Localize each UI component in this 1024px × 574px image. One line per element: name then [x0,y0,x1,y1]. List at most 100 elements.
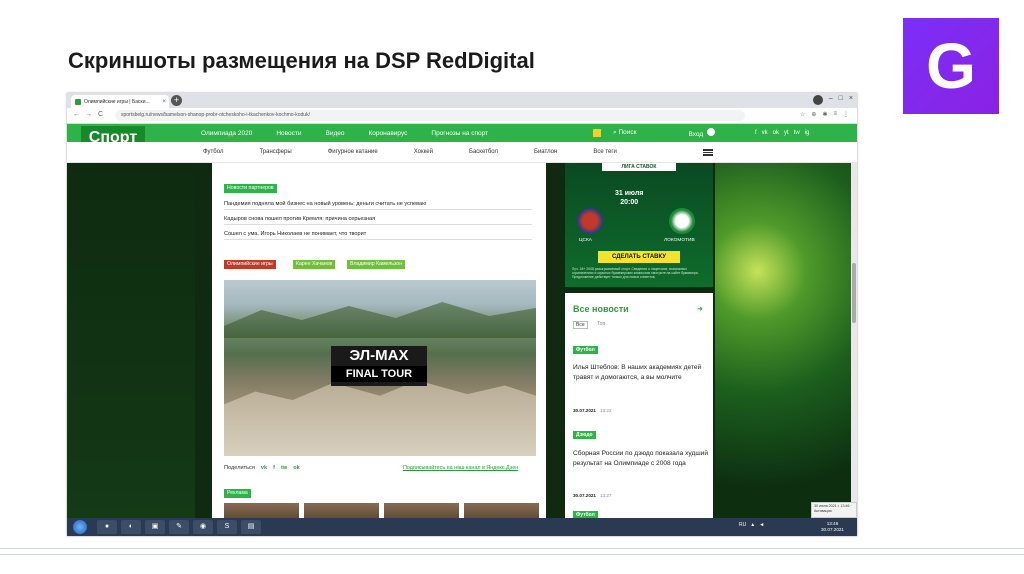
back-button[interactable]: ← [73,111,80,118]
taskbar-app-icon[interactable]: ◉ [193,520,213,534]
nav-item-news[interactable]: Новости [276,130,301,137]
promo-title: ЛИГА СТАВОК [602,163,676,171]
promo-date: 31 июля [615,190,644,197]
browser-screenshot: Олимпийские игры | Баски... × + – □ × ← … [67,93,857,536]
tag-vladimir-kamelzon[interactable]: Владимир Камельзон [347,260,406,269]
login-label: Вход [688,131,704,138]
tag-karen-khachanov[interactable]: Карен Хачанов [293,260,336,269]
branding-background-right [715,163,857,523]
subnav-item-basketball[interactable]: Баскетбол [469,149,498,155]
tray-volume-icon[interactable]: ◄ [759,522,764,528]
nav-item-predictions[interactable]: Прогнозы на спорт [431,130,488,137]
share-ok-icon[interactable]: ok [293,465,300,471]
subnav-item-all-tags[interactable]: Все теги [593,149,617,155]
bookmark-star-icon[interactable]: ☆ [800,111,805,118]
taskbar-firefox-icon[interactable]: ◐ [121,520,141,534]
minimize-button[interactable]: – [829,95,833,105]
taskbar-app-icon[interactable]: ▤ [241,520,261,534]
brand-logo-letter: G [926,30,976,102]
news-headline[interactable]: Сборная России по дзюдо показала худший … [573,449,709,469]
browser-tab[interactable]: Олимпийские игры | Баски... × [71,95,169,108]
sidebar-title[interactable]: Все новости [573,304,629,314]
make-bet-button[interactable]: СДЕЛАТЬ СТАВКУ [598,251,680,263]
share-twitter-icon[interactable]: tw [281,465,287,471]
subnav-item-biathlon[interactable]: Биатлон [534,149,557,155]
nav-item-olympics[interactable]: Олимпиада 2020 [201,130,252,137]
facebook-icon[interactable]: f [755,130,757,136]
partner-link[interactable]: Пандемия подняла мой бизнес на новый уро… [224,201,532,210]
menu-hamburger-icon[interactable] [703,149,713,156]
tray-language[interactable]: RU [739,522,746,528]
url-field[interactable]: sportsbelg.ru/news/bamelson-shanop-probr… [115,110,745,121]
share-vk-icon[interactable]: vk [261,465,267,471]
share-bar: Поделиться vk f tw ok [224,465,300,471]
close-tab-icon[interactable]: × [162,99,166,105]
login-link[interactable]: Вход [688,128,716,138]
partner-link[interactable]: Сошел с ума. Игорь Николаев не понимает,… [224,231,532,240]
window-controls: – □ × [812,95,853,105]
decorative-line [0,548,1024,549]
share-facebook-icon[interactable]: f [273,465,275,471]
ok-icon[interactable]: ok [773,130,779,136]
youtube-icon[interactable]: yt [784,130,789,136]
news-category-badge[interactable]: Дзюдо [573,431,596,439]
sidebar-tab-all[interactable]: Все [573,321,588,329]
close-window-button[interactable]: × [849,95,853,105]
taskbar-clock[interactable]: 13:46 30.07.2021 [821,521,844,533]
maximize-button[interactable]: □ [839,95,843,105]
promo-datetime: 31 июля 20:00 [615,189,643,207]
article-photo: ЭЛ-МАХ FINAL TOUR [224,280,536,456]
new-tab-button[interactable]: + [171,95,182,106]
reload-button[interactable]: C [98,111,103,118]
news-date: 30.07.2021 [573,408,596,413]
team-left-name: ЦСКА [579,238,593,243]
subnav-item-transfers[interactable]: Трансферы [259,149,291,155]
arrow-right-icon[interactable]: ➜ [697,305,703,313]
photo-event-logo: ЭЛ-МАХ FINAL TOUR [331,346,427,386]
taskbar-skype-icon[interactable]: S [217,520,237,534]
nav-item-coronavirus[interactable]: Коронавирус [369,130,408,137]
gift-icon[interactable] [593,129,601,137]
start-button[interactable] [73,520,87,534]
extension-puzzle-icon[interactable]: ✱ [822,111,827,118]
sidebar-tab-top[interactable]: Топ [597,321,605,327]
news-timestamp: 30.07.2021 13:22 [573,408,612,413]
scrollbar-thumb[interactable] [852,263,856,323]
tag-olympic-games[interactable]: Олимпийские игры [224,260,276,269]
photo-event-title: ЭЛ-МАХ [349,347,409,364]
subnav-item-figure-skating[interactable]: Фигурное катание [328,149,378,155]
tab-bar [67,93,857,108]
site-favicon-icon [75,98,81,105]
profile-avatar-icon[interactable] [812,95,823,105]
page-scrollbar[interactable] [851,163,857,523]
subnav-item-football[interactable]: Футбол [203,149,223,155]
photo-event-subtitle: FINAL TOUR [331,366,427,382]
search-link[interactable]: ⌕ Поиск [613,129,636,137]
instagram-icon[interactable]: ig [805,130,810,136]
news-category-badge[interactable]: Футбол [573,346,598,354]
user-icon [707,128,716,136]
notification-popup[interactable]: 30 июля 2021 г. 13:46 · Активация [811,502,857,518]
promo-time: 20:00 [620,199,639,206]
taskbar-app-icon[interactable]: ▣ [145,520,165,534]
nav-item-video[interactable]: Видео [326,130,345,137]
share-label: Поделиться [224,465,255,471]
browser-tools: ☆ ⊕ ✱ ≡ ⋮ [800,111,849,118]
reading-list-icon[interactable]: ≡ [833,111,837,118]
tray-network-icon[interactable]: ▲ [750,522,755,528]
extension-icon[interactable]: ⊕ [811,111,816,118]
forward-button[interactable]: → [85,111,92,118]
news-time: 13:27 [600,493,612,498]
twitter-icon[interactable]: tw [794,130,800,136]
taskbar-chrome-icon[interactable]: ● [97,520,117,534]
partner-link[interactable]: Кадыров снова пошел против Кремля: причи… [224,216,532,225]
team-right-name: ЛОКОМОТИВ [664,238,695,243]
news-time: 13:22 [600,408,612,413]
system-tray: RU ▲ ◄ [739,522,764,528]
subscribe-link[interactable]: Подписывайтесь на наш канал в Яндекс.Дзе… [403,465,518,471]
subnav-item-hockey[interactable]: Хоккей [414,149,433,155]
taskbar-app-icon[interactable]: ✎ [169,520,189,534]
browser-menu-icon[interactable]: ⋮ [843,111,849,118]
news-headline[interactable]: Илья Штеблов: В наших академиях детей тр… [573,363,709,383]
vk-icon[interactable]: vk [762,130,768,136]
